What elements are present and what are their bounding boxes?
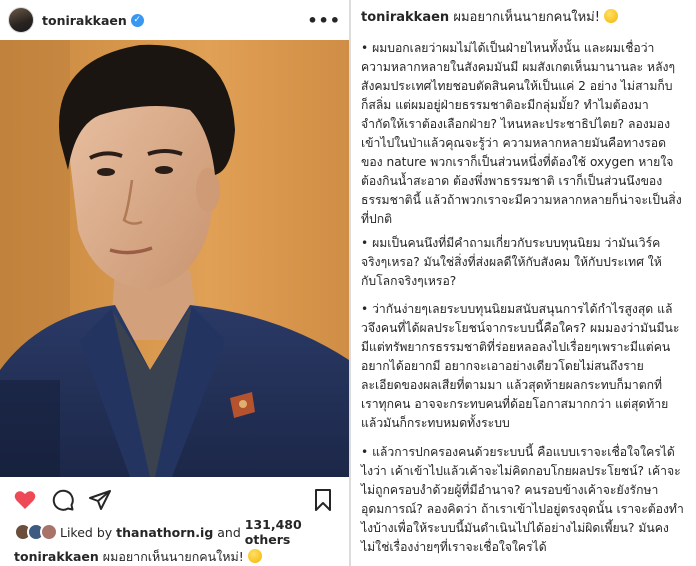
caption-username[interactable]: tonirakkaen (14, 549, 99, 564)
bookmark-icon[interactable] (310, 488, 336, 512)
post-actions (0, 480, 349, 520)
liked-by-prefix: Liked by (60, 524, 117, 540)
caption-paragraph: • ว่ากันง่ายๆเลยระบบทุนนิยมสนับสนุนการได… (361, 300, 691, 433)
caption-paragraph: • ผมบอกเลยว่าผมไม่ได้เป็นฝ่ายไหนทั้งนั้น… (361, 39, 691, 229)
caption-line: ความหลากหลายในสังคมมันมี ผมสังเกตเห็นมาน… (361, 60, 676, 74)
liker-avatar (40, 523, 58, 541)
post-username[interactable]: tonirakkaen (42, 13, 127, 28)
likes-count[interactable]: 131,480 others (245, 517, 344, 547)
caption-line: วจึงคนที่ได้ผลประโยชน์จากระบบนี้คือใคร? … (361, 321, 680, 335)
post-caption: tonirakkaen ผมอยากเห็นนายกคนใหม่! (14, 547, 344, 566)
caption-panel-headline: ผมอยากเห็นนายกคนใหม่! (453, 10, 600, 25)
caption-panel-username[interactable]: tonirakkaen (361, 10, 449, 25)
caption-line: ไม่ถูกครอบงำด้วยผู้ที่มีอำนาจ? คนรอบข้าง… (361, 483, 659, 497)
caption-text: ผมอยากเห็นนายกคนใหม่! (102, 549, 244, 564)
caption-line: อุดมการณ์? ลองคิดว่า ถ้าเราเข้าไปอยู่ตรง… (361, 502, 684, 516)
profile-avatar[interactable] (8, 7, 34, 33)
caption-line: • ว่ากันง่ายๆเลยระบบทุนนิยมสนับสนุนการได… (361, 302, 673, 316)
more-options-icon[interactable]: ••• (307, 11, 341, 30)
instagram-post: tonirakkaen ✓ ••• Liked by thanathorn.ig… (0, 0, 349, 566)
caption-line: แล้วมันก็กระทบหมดทั้งระบบ (361, 416, 510, 430)
caption-line: ละเอียดของผลเสียที่ตามมา แล้วสุดท้ายผลกร… (361, 378, 663, 392)
caption-line: • ผมเป็นคนนึงที่มีคำถามเกี่ยวกับระบบทุนน… (361, 236, 661, 250)
liker-avatars (14, 523, 60, 541)
caption-line: • ผมบอกเลยว่าผมไม่ได้เป็นฝ่ายไหนทั้งนั้น… (361, 41, 655, 55)
caption-line: ต้องกินน้ำสะอาด ต้องพึ่งพาธรรมชาติ เราก็… (361, 174, 663, 188)
caption-line: • แล้วการปกครองคนด้วยระบบนี้ คือแบบเราจะ… (361, 445, 675, 459)
post-header: tonirakkaen ✓ ••• (0, 0, 349, 40)
grimacing-face-emoji-icon (604, 9, 619, 23)
caption-line: อยากได้อยากมี อยากจะเอาอย่างเดียวโดยไม่ส… (361, 359, 644, 373)
liked-by-user[interactable]: thanathorn.ig (116, 525, 213, 540)
caption-line: มีแต่ทรัพยากรธรรมชาติที่ร่อยหลอลงไปเรื่อ… (361, 340, 671, 354)
liked-by-row: Liked by thanathorn.ig and 131,480 other… (14, 517, 344, 547)
caption-line: ของ nature พวกเราก็เป็นส่วนหนึ่งที่ต้องใ… (361, 155, 674, 169)
share-icon[interactable] (87, 488, 113, 512)
comment-icon[interactable] (50, 488, 76, 512)
heart-icon[interactable] (12, 488, 38, 512)
caption-line: ไงว่า เค้าเข้าไปแล้วเค้าจะไม่คิดกอบโกยผล… (361, 464, 681, 478)
caption-line: เราทุกคน อาจจะกระทบคนที่ด้อยโอกาสมากกว่า… (361, 397, 669, 411)
caption-panel: tonirakkaen ผมอยากเห็นนายกคนใหม่! • ผมบอ… (351, 0, 696, 566)
verified-badge-icon: ✓ (130, 13, 144, 27)
caption-line: จำกัดให้เราต้องเลือกฝ่าย? ไหนหละประชาธิป… (361, 117, 671, 131)
caption-line: ไม่ใช่เรื่องง่ายๆที่เราจะเชื่อใจใครได้ (361, 540, 547, 554)
caption-paragraph: • ผมเป็นคนนึงที่มีคำถามเกี่ยวกับระบบทุนน… (361, 234, 691, 291)
caption-paragraph: • แล้วการปกครองคนด้วยระบบนี้ คือแบบเราจะ… (361, 443, 691, 557)
caption-line: กับโลกจริงๆเหรอ? (361, 274, 457, 288)
caption-line: สังคมประเทศไทยชอบตัดสินคนให้เป็นแค่ 2 อย… (361, 79, 673, 93)
caption-line: ที่ปกติ (361, 212, 393, 226)
caption-line: จริงๆเหรอ? มันใช่สิ่งที่ส่งผลดีให้กับสัง… (361, 255, 662, 269)
caption-line: ก็สลิ่ม แต่ผมอยู่ฝ่ายธรรมชาติอะมีกลุ่มมั… (361, 98, 649, 112)
liked-by-middle: and (213, 524, 245, 540)
grimacing-face-emoji-icon (247, 549, 262, 563)
caption-line: ธรรมชาตินี้ แล้วถ้าพวกเราจะมีความหลากหลา… (361, 193, 682, 207)
caption-headline: tonirakkaen ผมอยากเห็นนายกคนใหม่! (361, 6, 619, 27)
caption-line: เข้าไปในป่าแล้วคุณจะรู้ว่า ความหลากหลายม… (361, 136, 667, 150)
post-photo[interactable] (0, 40, 349, 477)
caption-line: ไงบ้างเพื่อให้ระบบนี้มันดำเนินไปได้อย่าง… (361, 521, 669, 535)
